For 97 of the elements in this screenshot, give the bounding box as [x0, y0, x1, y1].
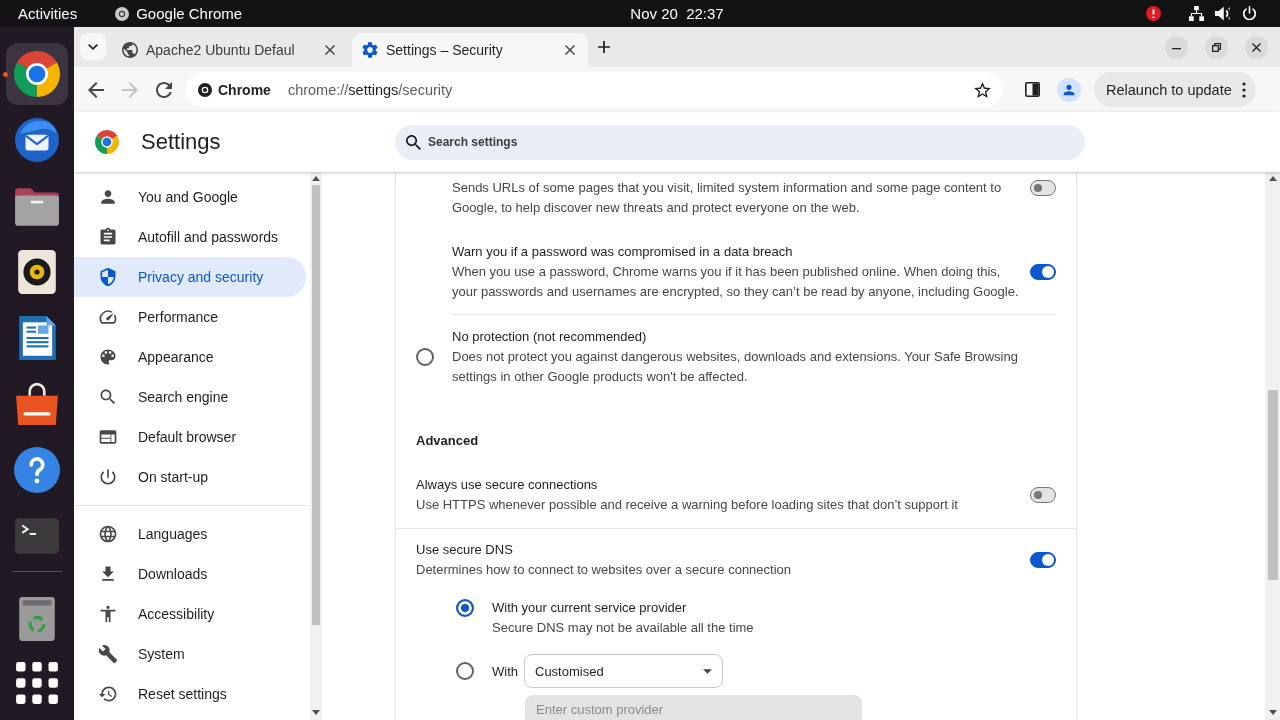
browser-logo-icon [14, 51, 60, 97]
back-arrow-icon[interactable] [88, 81, 104, 98]
setting-description: Determines how to connect to websites over a secure connection [416, 561, 792, 579]
close-icon [1252, 42, 1261, 52]
sidebar-item[interactable]: Accessibility [74, 594, 306, 634]
address-bar[interactable]: Chrome chrome://settings/security [186, 72, 1002, 107]
radio-button[interactable] [416, 348, 434, 366]
sidebar-item[interactable]: You and Google [74, 177, 306, 217]
power-icon[interactable] [1242, 6, 1257, 21]
section-heading: Advanced [416, 432, 479, 450]
globe-icon [98, 524, 118, 544]
help-icon [14, 447, 60, 493]
toggle-switch[interactable] [1030, 264, 1056, 280]
globe-icon [122, 42, 138, 58]
scrollbar[interactable] [310, 172, 322, 720]
restore-button[interactable] [1205, 35, 1228, 59]
setting-title: Use secure DNS [416, 541, 513, 559]
clipboard-icon [98, 227, 118, 247]
activities-button[interactable]: Activities [12, 0, 84, 27]
setting-description: Sends URLs of some pages that you visit, limited system information and some page content to Google, to help discover new threats and protect everyone on the web. [452, 179, 1002, 217]
network-icon[interactable] [1189, 6, 1204, 21]
sidebar-item[interactable]: Default browser [74, 417, 306, 457]
volume-icon[interactable] [1215, 6, 1230, 21]
new-tab-plus-icon[interactable] [598, 41, 610, 53]
setting-description: Use HTTPS whenever possible and receive a warning before loading sites that don’t support it [416, 496, 958, 514]
scroll-down-arrow-icon[interactable] [1268, 710, 1277, 715]
search-field[interactable]: Search settings [395, 124, 1085, 160]
close-icon[interactable] [325, 45, 335, 55]
setting-title: Warn you if a password was compromised in a data breach [452, 243, 793, 261]
search-icon [406, 134, 421, 150]
accessibility-icon [98, 604, 118, 624]
site-logo-icon [198, 82, 212, 97]
scrollbar[interactable] [1265, 172, 1280, 720]
app-logo-icon [115, 6, 130, 21]
sidebar-item[interactable]: Languages [74, 514, 306, 554]
setting-description: When you use a password, Chrome warns you if it has been published online. When doing this, your passwords and usernames are encrypted, so they can’t be read by anyone, including Google. [452, 263, 1019, 301]
bookmark-star-icon[interactable] [974, 81, 991, 98]
toggle-switch[interactable] [1030, 487, 1056, 503]
profile-avatar-icon[interactable] [1057, 77, 1081, 102]
sidebar-item[interactable]: Performance [74, 297, 306, 337]
option-title: No protection (not recommended) [452, 328, 647, 346]
url-text: chrome://settings/security [287, 81, 453, 98]
sidebar-item[interactable]: Appearance [74, 337, 306, 377]
browser-logo-icon [95, 130, 119, 154]
radio-button[interactable] [456, 599, 474, 617]
alert-icon[interactable] [1146, 6, 1161, 21]
sidebar-item[interactable]: Reset settings [74, 674, 306, 714]
browser-window-icon [98, 427, 118, 447]
close-icon[interactable] [565, 45, 575, 55]
gauge-icon [98, 307, 118, 327]
caret-icon [703, 668, 712, 674]
toggle-switch[interactable] [1030, 552, 1056, 568]
browser-tab[interactable]: Settings – Security [352, 33, 588, 67]
mail-icon [14, 117, 60, 163]
scrollbar-thumb[interactable] [312, 185, 320, 625]
option-description: Does not protect you against dangerous websites, downloads and extensions. Your Safe Browsing settings in other Google products won't be affected. [452, 348, 1018, 386]
close-window-button[interactable] [1245, 35, 1268, 59]
search-icon [98, 387, 118, 407]
palette-icon [98, 347, 118, 367]
sidebar-item[interactable]: On start-up [74, 457, 306, 497]
sidebar-item[interactable]: Downloads [74, 554, 306, 594]
option-title: With your current service provider [492, 599, 687, 617]
wrench-icon [98, 644, 118, 664]
dock-launcher[interactable] [6, 43, 68, 105]
relaunch-button[interactable]: Relaunch to update [1094, 72, 1256, 107]
shield-icon [98, 267, 118, 287]
scroll-up-arrow-icon[interactable] [312, 176, 320, 181]
gear-icon [362, 42, 378, 58]
minimize-icon [1172, 48, 1181, 50]
radio-button[interactable] [456, 662, 474, 680]
scroll-down-arrow-icon[interactable] [312, 710, 320, 715]
clock[interactable]: Nov 20 22:37 [624, 0, 730, 27]
app-menu-button[interactable]: Google Chrome [109, 0, 249, 27]
sidebar-item[interactable]: Autofill and passwords [74, 217, 306, 257]
tab-search-button[interactable] [80, 33, 106, 60]
page-title: Settings [141, 129, 221, 155]
sidebar-item[interactable]: Search engine [74, 377, 306, 417]
more-menu-icon [1241, 81, 1246, 98]
shopping-bag-icon [14, 381, 60, 427]
side-panel-icon[interactable] [1025, 82, 1040, 97]
sidebar-item[interactable]: Privacy and security [74, 257, 306, 297]
chevron-down-icon [88, 43, 98, 50]
provider-dropdown[interactable]: Customised [524, 654, 723, 688]
option-description: Secure DNS may not be available all the time [492, 619, 754, 637]
setting-title: Always use secure connections [416, 476, 598, 494]
option-label: With [492, 663, 518, 679]
scrollbar-thumb[interactable] [1267, 390, 1278, 580]
power-icon [98, 467, 118, 487]
toggle-switch[interactable] [1030, 180, 1056, 196]
browser-tab[interactable]: Apache2 Ubuntu Defaul [112, 33, 348, 67]
reload-icon[interactable] [156, 81, 172, 98]
sidebar-item[interactable]: System [74, 634, 306, 674]
scroll-up-arrow-icon[interactable] [1268, 176, 1277, 181]
running-indicator-icon [3, 72, 8, 77]
history-icon [98, 684, 118, 704]
app-grid-icon [14, 660, 60, 706]
restore-icon [1212, 42, 1221, 52]
